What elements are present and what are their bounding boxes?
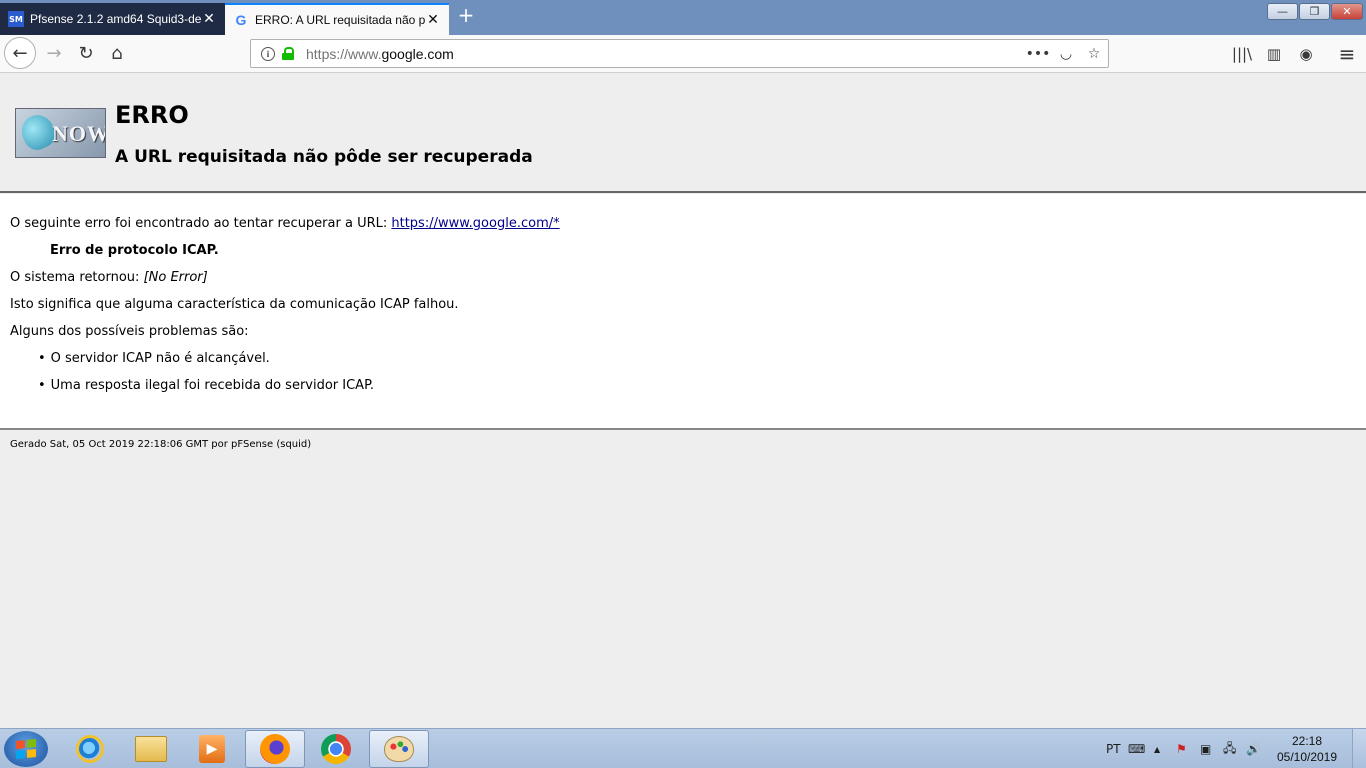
minimize-button[interactable]: —	[1267, 3, 1298, 20]
page-title: ERRO	[115, 101, 189, 129]
reload-button[interactable]: ↻	[71, 38, 101, 68]
tab-pfsense[interactable]: SM Pfsense 2.1.2 amd64 Squid3-de ✕	[0, 3, 225, 35]
google-favicon-icon: G	[235, 12, 247, 28]
clock-time: 22:18	[1291, 734, 1323, 748]
network-icon[interactable]: 🖧	[1223, 729, 1236, 768]
page-content: NOW ERRO A URL requisitada não pôde ser …	[0, 73, 1366, 728]
language-indicator[interactable]: PT	[1106, 729, 1121, 768]
home-button[interactable]: ⌂	[102, 38, 132, 68]
new-tab-button[interactable]: +	[456, 4, 476, 28]
system-returned-line: O sistema retornou: [No Error]	[10, 270, 208, 285]
url-scheme: https://www.	[306, 45, 382, 62]
tab-strip: SM Pfsense 2.1.2 amd64 Squid3-de ✕ G ERR…	[0, 0, 1366, 35]
tab-title: ERRO: A URL requisitada não p	[255, 13, 425, 27]
url-text[interactable]: https://www.google.com	[306, 46, 1024, 62]
error-header: NOW ERRO A URL requisitada não pôde ser …	[0, 73, 1366, 193]
intro-text: O seguinte erro foi encontrado ao tentar…	[10, 216, 392, 231]
problems-intro: Alguns dos possíveis problemas são:	[10, 324, 249, 339]
maximize-button[interactable]: ❐	[1299, 3, 1330, 20]
taskbar-file-explorer[interactable]	[121, 730, 181, 768]
account-icon[interactable]: ◉	[1295, 43, 1317, 65]
start-button[interactable]	[4, 731, 48, 767]
keyboard-icon[interactable]: ⌨	[1128, 729, 1145, 768]
requested-url-link[interactable]: https://www.google.com/*	[391, 216, 559, 231]
taskbar: ▶ PT ⌨ ▲ ⚑ ▣ 🖧 🔊 22:18 05/10/2019	[0, 728, 1366, 768]
clock-date: 05/10/2019	[1276, 750, 1338, 764]
close-tab-icon[interactable]: ✕	[425, 12, 441, 28]
meaning-text: Isto significa que alguma característica…	[10, 297, 459, 312]
paint-palette-icon	[384, 736, 414, 762]
device-icon[interactable]: ▣	[1200, 729, 1211, 768]
url-host: google.com	[381, 45, 454, 62]
navigation-toolbar: ← → ↻ ⌂ i https://www.google.com ••• ◡ ☆…	[0, 35, 1366, 73]
windows-logo-icon	[16, 738, 36, 760]
close-tab-icon[interactable]: ✕	[201, 11, 217, 27]
menu-icon[interactable]: ≡	[1336, 42, 1358, 66]
tab-erro[interactable]: G ERRO: A URL requisitada não p ✕	[225, 3, 449, 35]
firefox-icon	[260, 734, 290, 764]
tab-title: Pfsense 2.1.2 amd64 Squid3-de	[30, 12, 201, 26]
taskbar-firefox[interactable]	[245, 730, 305, 768]
intro-line: O seguinte erro foi encontrado ao tentar…	[10, 216, 560, 231]
sidebar-icon[interactable]: ▥	[1263, 43, 1285, 65]
taskbar-media-player[interactable]: ▶	[182, 730, 242, 768]
system-error: [No Error]	[143, 270, 208, 285]
close-window-button[interactable]: ✕	[1331, 3, 1363, 20]
show-desktop-button[interactable]	[1352, 729, 1366, 768]
chrome-icon	[321, 734, 351, 764]
library-icon[interactable]: |||\	[1231, 43, 1253, 65]
folder-icon	[135, 736, 167, 762]
taskbar-clock[interactable]: 22:18 05/10/2019	[1272, 733, 1342, 765]
error-message: Erro de protocolo ICAP.	[50, 243, 219, 258]
show-hidden-icons-icon[interactable]: ▲	[1154, 729, 1160, 768]
error-body: O seguinte erro foi encontrado ao tentar…	[0, 194, 1366, 430]
internet-explorer-icon	[76, 735, 104, 763]
forward-button[interactable]: →	[39, 38, 69, 68]
list-item: O servidor ICAP não é alcançável.	[38, 351, 270, 366]
taskbar-chrome[interactable]	[306, 730, 366, 768]
lock-icon[interactable]	[282, 47, 294, 60]
url-bar[interactable]: i https://www.google.com ••• ◡ ☆	[250, 39, 1109, 68]
bookmark-star-icon[interactable]: ☆	[1080, 46, 1108, 62]
speaker-icon[interactable]: 🔊	[1246, 729, 1261, 768]
taskbar-paint[interactable]	[369, 730, 429, 768]
list-item: Uma resposta ilegal foi recebida do serv…	[38, 378, 374, 393]
pfsense-favicon-icon: SM	[8, 11, 24, 27]
back-button[interactable]: ←	[4, 37, 36, 69]
taskbar-internet-explorer[interactable]	[60, 730, 120, 768]
logo-text: NOW	[52, 121, 106, 146]
site-info-icon[interactable]: i	[261, 46, 275, 61]
media-player-icon: ▶	[199, 735, 225, 763]
system-prefix: O sistema retornou:	[10, 270, 144, 285]
action-center-flag-icon[interactable]: ⚑	[1176, 729, 1187, 768]
page-actions-icon[interactable]: •••	[1024, 46, 1052, 62]
pocket-icon[interactable]: ◡	[1052, 46, 1080, 62]
generated-footer: Gerado Sat, 05 Oct 2019 22:18:06 GMT por…	[10, 439, 312, 450]
squid-now-logo: NOW	[15, 108, 106, 158]
page-subtitle: A URL requisitada não pôde ser recuperad…	[115, 147, 533, 167]
